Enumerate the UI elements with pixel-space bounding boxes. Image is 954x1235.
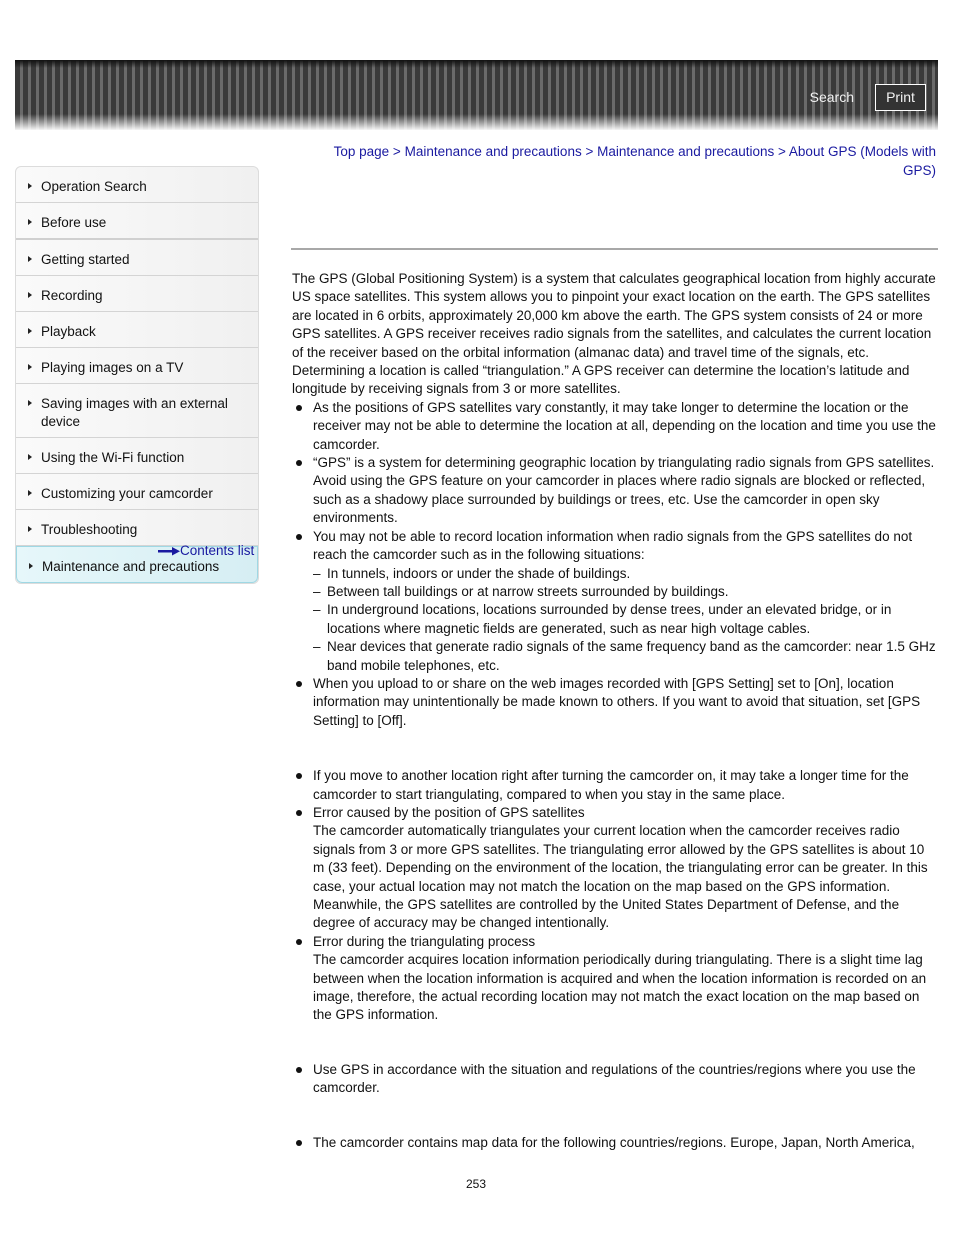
sidebar-item-label: Recording	[41, 288, 103, 303]
section-heading-spacer	[292, 1098, 938, 1134]
sidebar-item-playback[interactable]: Playback	[16, 312, 258, 348]
section-heading-spacer	[292, 1025, 938, 1061]
sidebar-item-label: Saving images with an external device	[41, 396, 228, 429]
triangle-right-icon	[28, 219, 32, 225]
triangle-right-icon	[28, 526, 32, 532]
list-item-title: Error during the triangulating process	[313, 933, 536, 949]
sidebar-item-label: Customizing your camcorder	[41, 486, 213, 501]
sidebar-item-getting-started[interactable]: Getting started	[16, 240, 258, 276]
breadcrumb-current-page[interactable]: About GPS (Models with GPS)	[789, 144, 936, 178]
print-button[interactable]: Print	[875, 84, 926, 111]
triangulation-errors-list: If you move to another location right af…	[292, 767, 938, 1025]
contents-list-link[interactable]: Contents list	[158, 543, 254, 558]
list-item: “GPS” is a system for determining geogra…	[292, 454, 938, 528]
triangle-right-icon	[29, 563, 33, 569]
list-item: If you move to another location right af…	[292, 767, 938, 804]
situation-item: In underground locations, locations surr…	[313, 601, 938, 638]
sidebar-item-saving-images[interactable]: Saving images with an external device	[16, 384, 258, 438]
triangle-right-icon	[28, 454, 32, 460]
list-item: The camcorder contains map data for the …	[292, 1134, 938, 1152]
contents-list-label: Contents list	[180, 543, 255, 558]
list-item-title: If you move to another location right af…	[313, 768, 909, 802]
title-divider	[291, 248, 938, 250]
main-content: The GPS (Global Positioning System) is a…	[292, 270, 938, 1152]
breadcrumb: Top page > Maintenance and precautions >…	[300, 143, 936, 180]
sidebar-item-wifi-function[interactable]: Using the Wi-Fi function	[16, 438, 258, 474]
sidebar-item-before-use[interactable]: Before use	[16, 203, 258, 240]
sidebar-item-label: Getting started	[41, 252, 130, 267]
triangle-right-icon	[28, 256, 32, 262]
situation-item: Between tall buildings or at narrow stre…	[313, 583, 938, 602]
triangle-right-icon	[28, 292, 32, 298]
breadcrumb-separator: >	[392, 144, 401, 159]
sidebar-item-label: Operation Search	[41, 179, 147, 194]
breadcrumb-maintenance-2[interactable]: Maintenance and precautions	[597, 144, 774, 159]
sidebar-item-operation-search[interactable]: Operation Search	[16, 167, 258, 203]
triangle-right-icon	[28, 328, 32, 334]
sidebar-nav: Operation Search Before use Getting star…	[15, 166, 259, 584]
search-link[interactable]: Search	[810, 89, 854, 105]
triangle-right-icon	[28, 364, 32, 370]
sidebar-item-label: Playback	[41, 324, 96, 339]
sidebar-item-label: Using the Wi-Fi function	[41, 450, 185, 465]
triangle-right-icon	[28, 183, 32, 189]
list-item-body: The camcorder acquires location informat…	[313, 952, 927, 1023]
situation-item: In tunnels, indoors or under the shade o…	[313, 565, 938, 584]
sidebar-item-customizing[interactable]: Customizing your camcorder	[16, 474, 258, 510]
breadcrumb-separator: >	[585, 144, 594, 159]
sidebar-item-label: Playing images on a TV	[41, 360, 184, 375]
gps-notes-list: As the positions of GPS satellites vary …	[292, 399, 938, 730]
breadcrumb-maintenance-1[interactable]: Maintenance and precautions	[405, 144, 582, 159]
section-heading-spacer	[292, 730, 938, 767]
breadcrumb-separator: >	[778, 144, 786, 159]
arrow-right-icon	[158, 547, 180, 556]
sidebar-item-troubleshooting[interactable]: Troubleshooting	[16, 510, 258, 546]
usage-regulations-list: Use GPS in accordance with the situation…	[292, 1061, 938, 1098]
list-item-text: You may not be able to record location i…	[313, 528, 913, 563]
list-item: As the positions of GPS satellites vary …	[292, 399, 938, 454]
map-data-list: The camcorder contains map data for the …	[292, 1134, 938, 1152]
sidebar-item-playing-images-on-tv[interactable]: Playing images on a TV	[16, 348, 258, 384]
situation-item: Near devices that generate radio signals…	[313, 638, 938, 675]
list-item-body: The camcorder automatically triangulates…	[313, 823, 928, 931]
sidebar-item-label: Troubleshooting	[41, 522, 138, 537]
sidebar-item-label: Maintenance and precautions	[42, 559, 220, 574]
list-item: You may not be able to record location i…	[292, 528, 938, 675]
list-item-title: Error caused by the position of GPS sate…	[313, 804, 585, 820]
list-item: Error caused by the position of GPS sate…	[292, 804, 938, 933]
intro-paragraph: The GPS (Global Positioning System) is a…	[292, 271, 936, 360]
situations-list: In tunnels, indoors or under the shade o…	[313, 565, 938, 675]
breadcrumb-top-page[interactable]: Top page	[334, 144, 390, 159]
list-item: Use GPS in accordance with the situation…	[292, 1061, 938, 1098]
sidebar-item-recording[interactable]: Recording	[16, 276, 258, 312]
page-number: 253	[466, 1177, 487, 1191]
triangulation-paragraph: Determining a location is called “triang…	[292, 363, 910, 397]
header-bar: Search Print	[15, 60, 938, 130]
list-item: Error during the triangulating process T…	[292, 933, 938, 1025]
triangle-right-icon	[28, 400, 32, 406]
list-item: When you upload to or share on the web i…	[292, 675, 938, 730]
sidebar-item-label: Before use	[41, 215, 107, 230]
triangle-right-icon	[28, 490, 32, 496]
